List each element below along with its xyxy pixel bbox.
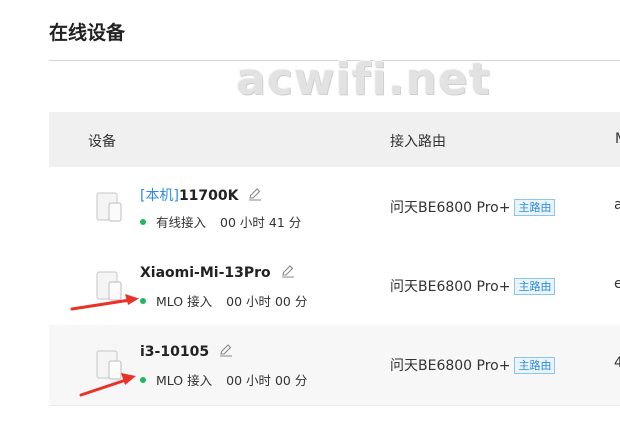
connection-type: MLO 接入 — [156, 373, 213, 388]
main-router-badge: 主路由 — [514, 199, 556, 216]
table-header: 设备 接入路由 M — [49, 112, 620, 167]
column-header-router[interactable]: 接入路由 — [390, 131, 446, 151]
column-header-truncated[interactable]: M — [615, 131, 620, 147]
pencil-icon[interactable] — [248, 187, 262, 201]
online-duration: 00 小时 00 分 — [226, 294, 308, 309]
router-name: 问天BE6800 Pro+ — [390, 358, 511, 374]
device-name: 11700K — [178, 188, 239, 204]
page-title: 在线设备 — [49, 22, 126, 44]
router-name: 问天BE6800 Pro+ — [390, 200, 511, 216]
main-router-badge: 主路由 — [514, 278, 556, 295]
local-device-tag: [本机] — [140, 188, 179, 204]
annotation-arrow-icon — [70, 294, 139, 311]
pencil-icon[interactable] — [219, 343, 233, 357]
watermark: acwifi.net — [236, 54, 491, 105]
online-duration: 00 小时 41 分 — [220, 215, 302, 230]
connection-type: MLO 接入 — [156, 294, 213, 309]
device-name: i3-10105 — [140, 344, 210, 360]
main-router-badge: 主路由 — [514, 357, 556, 374]
truncated-cell: 4 — [614, 355, 620, 371]
annotation-arrow-icon — [79, 373, 136, 397]
online-duration: 00 小时 00 分 — [226, 373, 308, 388]
online-dot-icon — [140, 219, 146, 225]
device-name: Xiaomi-Mi-13Pro — [140, 265, 271, 281]
table-row[interactable]: [本机]11700K 有线接入 00 小时 41 分 问天BE6800 Pro+ 主… — [49, 167, 620, 248]
device-icon — [96, 192, 122, 222]
pencil-icon[interactable] — [281, 264, 295, 278]
column-header-device[interactable]: 设备 — [88, 131, 116, 151]
table-row[interactable]: Xiaomi-Mi-13Pro MLO 接入 00 小时 00 分 问天BE680… — [49, 246, 620, 327]
truncated-cell: a — [614, 197, 620, 213]
title-divider — [49, 60, 620, 61]
truncated-cell: e — [614, 276, 620, 292]
router-name: 问天BE6800 Pro+ — [390, 279, 511, 295]
connection-type: 有线接入 — [156, 215, 207, 230]
